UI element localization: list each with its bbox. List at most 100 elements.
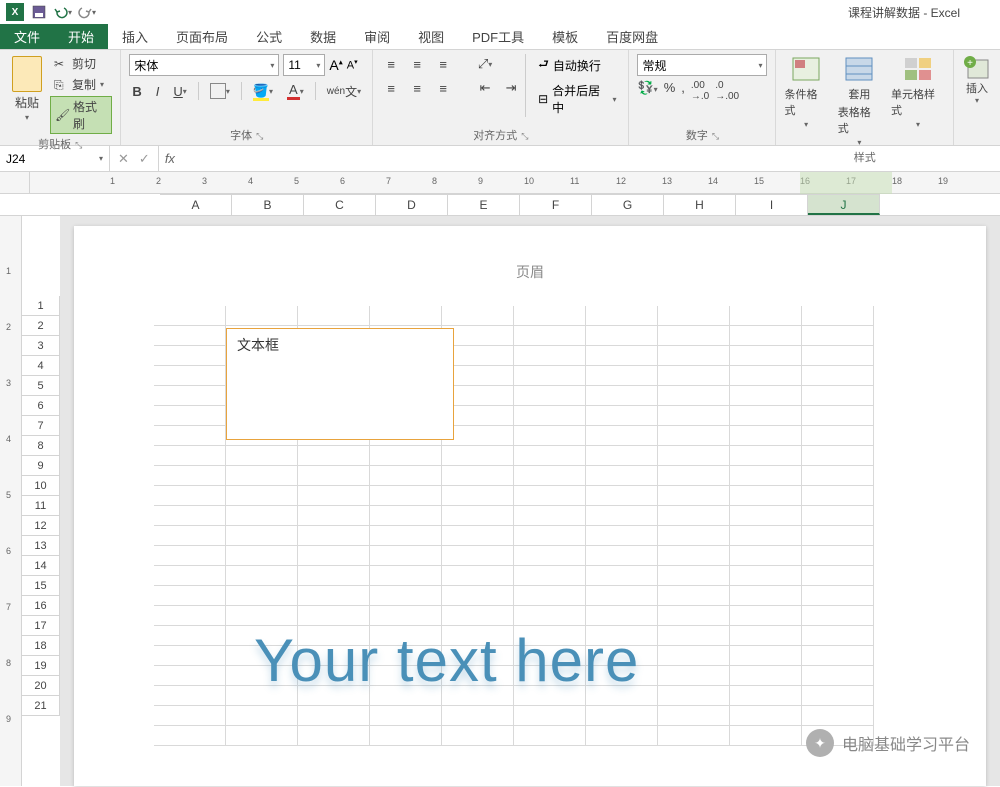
cell[interactable] — [370, 566, 442, 586]
cell[interactable] — [730, 306, 802, 326]
column-header-D[interactable]: D — [376, 194, 448, 215]
row-header-9[interactable]: 9 — [22, 456, 60, 476]
cell[interactable] — [658, 586, 730, 606]
font-color-button[interactable]: A▾ — [284, 80, 307, 102]
cell[interactable] — [154, 486, 226, 506]
cell[interactable] — [298, 726, 370, 746]
cell[interactable] — [442, 526, 514, 546]
cell[interactable] — [514, 346, 586, 366]
cell[interactable] — [370, 526, 442, 546]
column-header-F[interactable]: F — [520, 194, 592, 215]
cell[interactable] — [298, 446, 370, 466]
cell[interactable] — [370, 306, 442, 326]
cell[interactable] — [442, 506, 514, 526]
cell[interactable] — [514, 586, 586, 606]
cell[interactable] — [802, 426, 874, 446]
cell[interactable] — [154, 406, 226, 426]
tab-page-layout[interactable]: 页面布局 — [162, 24, 242, 49]
cell[interactable] — [298, 566, 370, 586]
indent-increase-button[interactable]: ⇥ — [501, 78, 521, 98]
cell[interactable] — [730, 706, 802, 726]
redo-button[interactable]: ▾ — [78, 3, 96, 21]
cell[interactable] — [658, 346, 730, 366]
cell[interactable] — [802, 526, 874, 546]
cell[interactable] — [370, 546, 442, 566]
decrease-decimal-button[interactable]: .0→.00 — [715, 80, 739, 102]
cell[interactable] — [514, 486, 586, 506]
tab-template[interactable]: 模板 — [538, 24, 592, 49]
cell[interactable] — [226, 446, 298, 466]
cell[interactable] — [514, 426, 586, 446]
align-bottom-button[interactable]: ≡ — [433, 54, 453, 74]
font-name-select[interactable]: 宋体▾ — [129, 54, 279, 76]
cell[interactable] — [298, 586, 370, 606]
format-painter-button[interactable]: 🖌格式刷 — [50, 96, 112, 134]
cell[interactable] — [802, 666, 874, 686]
cell[interactable] — [658, 366, 730, 386]
cell[interactable] — [730, 646, 802, 666]
cell[interactable] — [370, 606, 442, 626]
cell[interactable] — [802, 546, 874, 566]
cell[interactable] — [442, 726, 514, 746]
dialog-launcher-icon[interactable]: ⤡ — [256, 131, 263, 141]
cell[interactable] — [298, 606, 370, 626]
cell[interactable] — [730, 566, 802, 586]
cell[interactable] — [586, 366, 658, 386]
cell[interactable] — [514, 446, 586, 466]
row-header-19[interactable]: 19 — [22, 656, 60, 676]
number-format-select[interactable]: 常规▾ — [637, 54, 767, 76]
cell[interactable] — [730, 346, 802, 366]
cell[interactable] — [370, 706, 442, 726]
font-size-select[interactable]: 11▾ — [283, 54, 325, 76]
cell[interactable] — [154, 686, 226, 706]
cell[interactable] — [298, 306, 370, 326]
cell[interactable] — [658, 426, 730, 446]
cell[interactable] — [154, 346, 226, 366]
cell[interactable] — [370, 446, 442, 466]
row-header-17[interactable]: 17 — [22, 616, 60, 636]
cell[interactable] — [154, 366, 226, 386]
cell[interactable] — [802, 566, 874, 586]
border-button[interactable]: ▾ — [207, 81, 233, 101]
cell[interactable] — [586, 706, 658, 726]
cell[interactable] — [658, 506, 730, 526]
cell[interactable] — [586, 406, 658, 426]
cell[interactable] — [802, 686, 874, 706]
cell[interactable] — [154, 506, 226, 526]
cell[interactable] — [442, 466, 514, 486]
cell[interactable] — [730, 446, 802, 466]
cell[interactable] — [370, 726, 442, 746]
cell[interactable] — [226, 586, 298, 606]
cell[interactable] — [730, 406, 802, 426]
cell[interactable] — [298, 486, 370, 506]
cell[interactable] — [442, 546, 514, 566]
cell[interactable] — [730, 586, 802, 606]
cell[interactable] — [586, 506, 658, 526]
cell[interactable] — [442, 446, 514, 466]
cut-button[interactable]: ✂剪切 — [50, 54, 112, 73]
wrap-text-button[interactable]: ⮐自动换行 — [534, 54, 620, 77]
cell[interactable] — [442, 586, 514, 606]
align-center-button[interactable]: ≡ — [407, 78, 427, 98]
cell[interactable] — [658, 466, 730, 486]
column-header-G[interactable]: G — [592, 194, 664, 215]
cell[interactable] — [370, 466, 442, 486]
cell[interactable] — [586, 726, 658, 746]
cell[interactable] — [442, 706, 514, 726]
cell[interactable] — [370, 506, 442, 526]
tab-review[interactable]: 审阅 — [350, 24, 404, 49]
cell[interactable] — [658, 326, 730, 346]
row-header-13[interactable]: 13 — [22, 536, 60, 556]
cell[interactable] — [802, 446, 874, 466]
cell[interactable] — [802, 646, 874, 666]
column-header-H[interactable]: H — [664, 194, 736, 215]
row-header-5[interactable]: 5 — [22, 376, 60, 396]
row-header-18[interactable]: 18 — [22, 636, 60, 656]
align-middle-button[interactable]: ≡ — [407, 54, 427, 74]
cell[interactable] — [514, 366, 586, 386]
cell[interactable] — [658, 446, 730, 466]
cell[interactable] — [514, 526, 586, 546]
tab-formulas[interactable]: 公式 — [242, 24, 296, 49]
fx-label[interactable]: fx — [159, 146, 181, 171]
insert-cells-button[interactable]: + 插入▾ — [962, 54, 992, 105]
